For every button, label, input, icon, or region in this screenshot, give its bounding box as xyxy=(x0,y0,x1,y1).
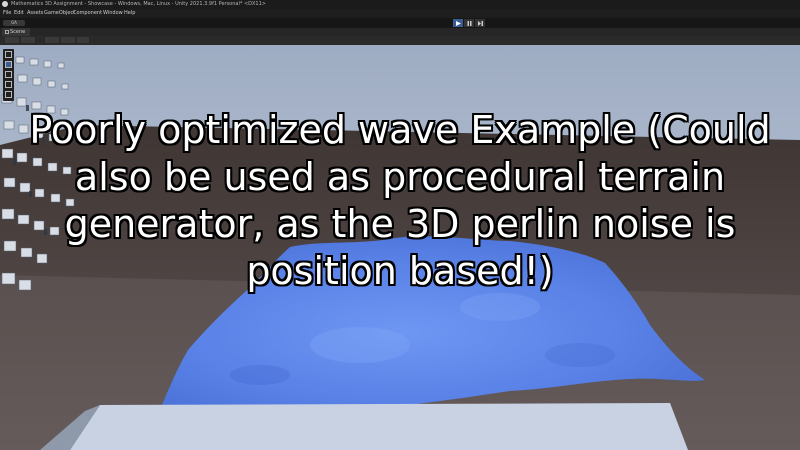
account-dropdown[interactable]: GA xyxy=(3,20,25,26)
title-bar: Mathematics 3D Assignment - Showcase - W… xyxy=(0,0,800,9)
gizmo-pivot-toggle[interactable] xyxy=(45,37,59,43)
hand-tool-button[interactable] xyxy=(5,51,12,58)
pause-icon xyxy=(467,20,471,26)
caption-line-2: also be used as procedural terrain xyxy=(74,155,726,200)
menu-assets[interactable]: Assets xyxy=(27,9,43,18)
menu-window[interactable]: Window xyxy=(103,9,123,18)
scene-view-toolbar xyxy=(0,36,800,45)
scene-tab-bar: Scene xyxy=(0,28,800,36)
rect-tool-button[interactable] xyxy=(5,91,12,98)
scale-tool-button[interactable] xyxy=(5,81,12,88)
gizmo-global-toggle[interactable] xyxy=(61,37,75,43)
window-title: Mathematics 3D Assignment - Showcase - W… xyxy=(11,1,266,7)
unity-logo-icon xyxy=(2,1,8,7)
caption-line-4: position based!) xyxy=(246,249,554,294)
tab-scene[interactable]: Scene xyxy=(2,28,30,36)
render-mode-dropdown[interactable] xyxy=(21,37,35,43)
step-button[interactable] xyxy=(475,19,485,27)
caption-overlay: Poorly optimized wave Example (Could als… xyxy=(0,107,800,295)
step-icon xyxy=(477,20,483,26)
play-button[interactable] xyxy=(453,19,463,27)
tab-scene-label: Scene xyxy=(10,29,26,35)
caption-line-3: generator, as the 3D perlin noise is xyxy=(64,202,736,247)
play-controls xyxy=(453,19,485,27)
rotate-tool-button[interactable] xyxy=(5,71,12,78)
scene-viewport[interactable]: Poorly optimized wave Example (Could als… xyxy=(0,45,800,450)
menu-file[interactable]: File xyxy=(3,9,11,18)
grid-snap-button[interactable] xyxy=(77,37,89,43)
scene-tool-palette xyxy=(3,49,14,101)
caption-line-1: Poorly optimized wave Example (Could xyxy=(29,108,771,153)
menu-bar: File Edit Assets GameObject Component Wi… xyxy=(0,9,800,18)
draw-mode-dropdown[interactable] xyxy=(5,37,19,43)
menu-help[interactable]: Help xyxy=(124,9,135,18)
menu-gameobject[interactable]: GameObject xyxy=(44,9,75,18)
menu-edit[interactable]: Edit xyxy=(14,9,24,18)
move-tool-button[interactable] xyxy=(5,61,12,68)
scene-icon xyxy=(5,30,9,34)
play-icon xyxy=(455,20,461,26)
pause-button[interactable] xyxy=(464,19,474,27)
menu-component[interactable]: Component xyxy=(73,9,102,18)
foreground-platform xyxy=(70,403,688,450)
main-toolbar: GA xyxy=(0,18,800,28)
